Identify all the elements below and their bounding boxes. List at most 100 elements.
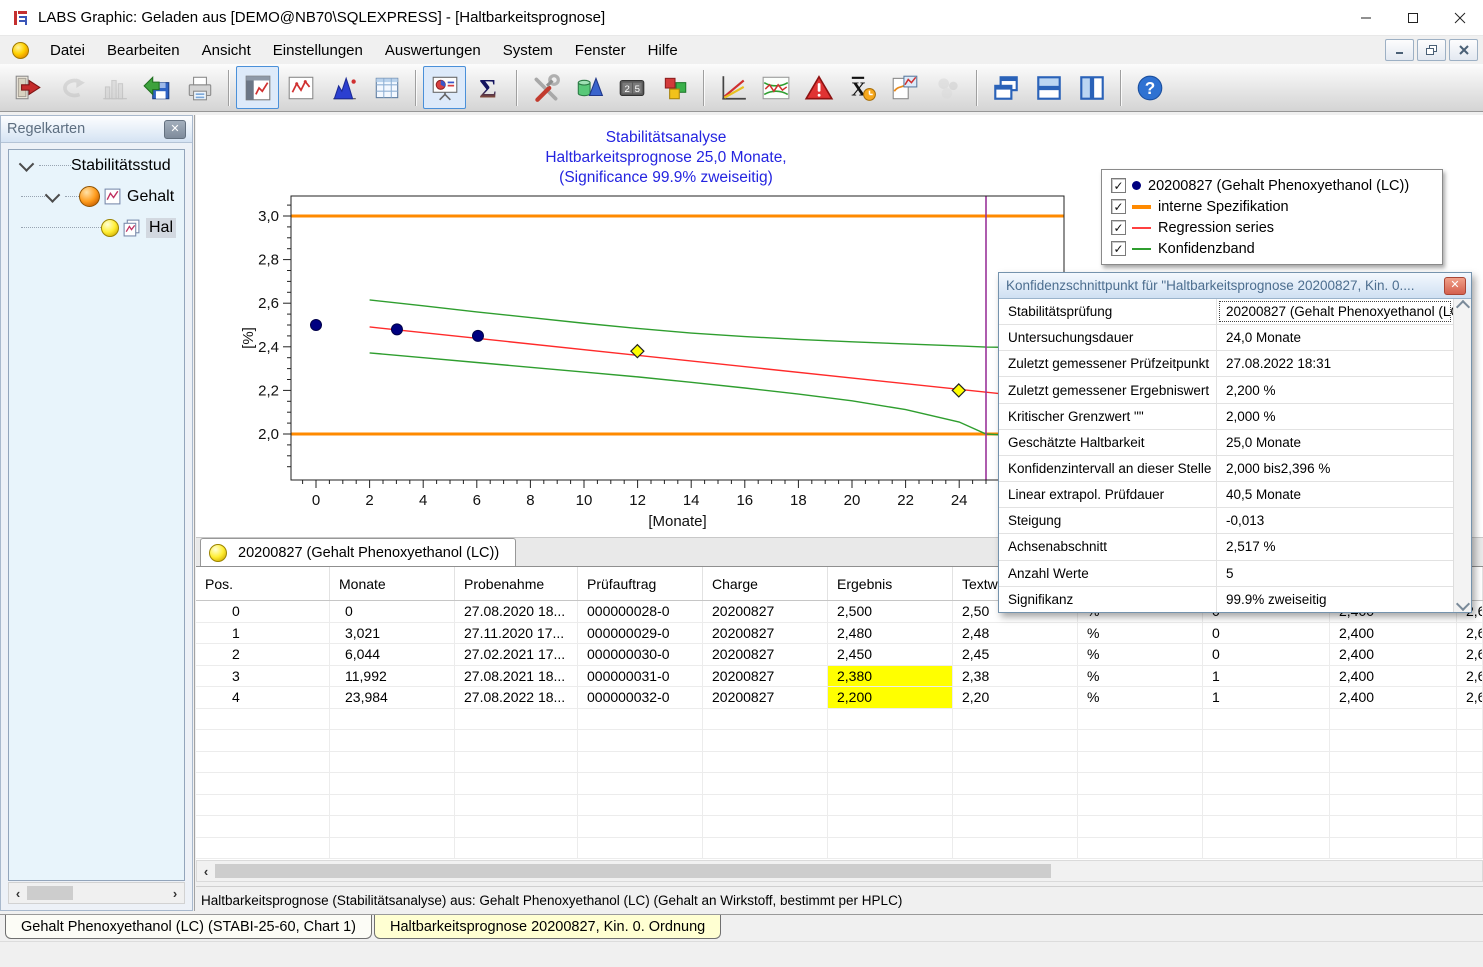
tree-item-gehalt[interactable]: Gehalt (9, 181, 184, 212)
table-cell[interactable]: 27.08.2022 18... (455, 687, 578, 709)
chevron-down-icon[interactable] (45, 187, 61, 203)
tools-icon[interactable] (524, 66, 567, 109)
scroll-up-icon[interactable] (1455, 300, 1469, 314)
table-cell[interactable]: 2,480 (828, 623, 953, 645)
table-cell[interactable]: 23,984 (330, 687, 455, 709)
table-cell[interactable]: 27.08.2020 18... (455, 601, 578, 623)
table-cell[interactable]: 20200827 (703, 666, 828, 688)
table-header-charge[interactable]: Charge (703, 567, 828, 600)
print-icon[interactable] (178, 66, 221, 109)
system-menu-icon[interactable] (12, 42, 29, 59)
tree-item-hal[interactable]: Hal (9, 212, 184, 243)
menu-item-bearbeiten[interactable]: Bearbeiten (96, 38, 191, 63)
table-row[interactable]: 423,98427.08.2022 18...000000032-0202008… (196, 687, 1483, 709)
exit-icon[interactable] (6, 66, 49, 109)
control-chart-icon[interactable] (754, 66, 797, 109)
result-tab[interactable]: 20200827 (Gehalt Phenoxyethanol (LC)) (200, 538, 516, 566)
table-cell[interactable]: 27.02.2021 17... (455, 644, 578, 666)
dialog-row-value[interactable]: 40,5 Monate (1217, 482, 1453, 507)
dialog-row-value[interactable]: -0,013 (1217, 508, 1453, 533)
table-cell[interactable]: % (1078, 623, 1203, 645)
menu-item-hilfe[interactable]: Hilfe (637, 38, 689, 63)
table-cell[interactable]: 2,450 (828, 644, 953, 666)
dialog-title-bar[interactable]: Konfidenzschnittpunkt für "Haltbarkeitsp… (999, 273, 1471, 299)
table-cell[interactable]: 2,6 (1457, 666, 1483, 688)
dialog-row-zuletzt-gemessener-ergebniswert[interactable]: Zuletzt gemessener Ergebniswert2,200 % (999, 377, 1453, 403)
table-cell[interactable]: 2,500 (828, 601, 953, 623)
table-cell[interactable]: 3,021 (330, 623, 455, 645)
dialog-row-signifikanz[interactable]: Signifikanz99.9% zweiseitig (999, 587, 1453, 612)
table-cell[interactable]: 1 (1203, 666, 1330, 688)
table-cell[interactable]: 27.11.2020 17... (455, 623, 578, 645)
table-cell[interactable]: 0 (330, 601, 455, 623)
dialog-row-kritischer-grenzwert[interactable]: Kritischer Grenzwert ""2,000 % (999, 404, 1453, 430)
table-header-pos[interactable]: Pos. (196, 567, 330, 600)
dialog-row-value[interactable]: 20200827 (Gehalt Phenoxyethanol (LC) (1217, 299, 1453, 324)
scroll-right-icon[interactable]: › (166, 886, 184, 901)
scroll-left-icon[interactable]: ‹ (197, 864, 215, 879)
counter-icon[interactable]: 25 (610, 66, 653, 109)
measurement-point[interactable] (472, 330, 483, 341)
help-icon[interactable]: ? (1128, 66, 1171, 109)
table-cell[interactable]: 4 (196, 687, 330, 709)
dialog-row-value[interactable]: 2,000 bis2,396 % (1217, 456, 1453, 481)
dialog-row-value[interactable]: 25,0 Monate (1217, 430, 1453, 455)
table-cell[interactable]: 2,400 (1330, 623, 1457, 645)
dialog-row-value[interactable]: 2,200 % (1217, 377, 1453, 402)
dialog-row-value[interactable]: 99.9% zweiseitig (1217, 587, 1453, 612)
table-cell[interactable]: 000000030-0 (578, 644, 703, 666)
table-hscrollbar[interactable]: ‹ (196, 860, 1483, 882)
table-cell[interactable]: 27.08.2021 18... (455, 666, 578, 688)
table-cell[interactable]: 20200827 (703, 601, 828, 623)
table-cell[interactable]: 000000029-0 (578, 623, 703, 645)
chart-table-view-icon[interactable] (236, 66, 279, 109)
tile-horizontal-icon[interactable] (1027, 66, 1070, 109)
table-cell[interactable]: 2,20 (953, 687, 1078, 709)
mdi-minimize-button[interactable] (1385, 39, 1414, 61)
xbar-clock-icon[interactable]: X (840, 66, 883, 109)
table-view-icon[interactable] (365, 66, 408, 109)
table-cell[interactable]: % (1078, 687, 1203, 709)
table-cell[interactable]: 2,45 (953, 644, 1078, 666)
table-row[interactable]: 13,02127.11.2020 17...000000029-02020082… (196, 623, 1483, 645)
legend-checkbox[interactable]: ✓ (1111, 220, 1126, 235)
table-cell[interactable]: 0 (1203, 644, 1330, 666)
table-cell[interactable]: % (1078, 644, 1203, 666)
measurement-point[interactable] (391, 324, 402, 335)
alarm-measurement-point[interactable] (952, 384, 965, 397)
line-chart-view-icon[interactable] (279, 66, 322, 109)
table-cell[interactable]: 2,200 (828, 687, 953, 709)
dialog-row-steigung[interactable]: Steigung-0,013 (999, 508, 1453, 534)
save-chart-icon[interactable] (135, 66, 178, 109)
table-header-monate[interactable]: Monate (330, 567, 455, 600)
cubes-icon[interactable] (653, 66, 696, 109)
table-cell[interactable]: 20200827 (703, 644, 828, 666)
sigma-icon[interactable]: Σ (466, 66, 509, 109)
menu-item-einstellungen[interactable]: Einstellungen (262, 38, 374, 63)
scroll-left-icon[interactable]: ‹ (9, 886, 27, 901)
dialog-row-value[interactable]: 24,0 Monate (1217, 325, 1453, 350)
alarm-icon[interactable] (797, 66, 840, 109)
table-cell[interactable]: 1 (1203, 687, 1330, 709)
shapes-icon[interactable] (567, 66, 610, 109)
table-cell[interactable]: 2,48 (953, 623, 1078, 645)
menu-item-auswertungen[interactable]: Auswertungen (374, 38, 492, 63)
mdi-close-button[interactable] (1449, 39, 1478, 61)
legend-checkbox[interactable]: ✓ (1111, 178, 1126, 193)
table-cell[interactable]: 2,38 (953, 666, 1078, 688)
close-button[interactable] (1436, 0, 1483, 35)
dialog-row-zuletzt-gemessener-prüfzeitpunkt[interactable]: Zuletzt gemessener Prüfzeitpunkt27.08.20… (999, 351, 1453, 377)
dialog-row-anzahl-werte[interactable]: Anzahl Werte5 (999, 561, 1453, 587)
tile-vertical-icon[interactable] (1070, 66, 1113, 109)
scroll-thumb[interactable] (215, 864, 1051, 878)
mdi-restore-button[interactable] (1417, 39, 1446, 61)
histogram-view-icon[interactable] (322, 66, 365, 109)
table-cell[interactable]: 000000028-0 (578, 601, 703, 623)
scroll-down-icon[interactable] (1455, 597, 1469, 611)
table-cell[interactable]: 2,380 (828, 666, 953, 688)
menu-item-system[interactable]: System (492, 38, 564, 63)
dialog-close-icon[interactable]: ✕ (1444, 277, 1466, 295)
dialog-scrollbar[interactable] (1453, 299, 1471, 612)
dialog-row-value[interactable]: 2,517 % (1217, 534, 1453, 559)
dialog-row-konfidenzintervall-an-dieser-stelle[interactable]: Konfidenzintervall an dieser Stelle2,000… (999, 456, 1453, 482)
